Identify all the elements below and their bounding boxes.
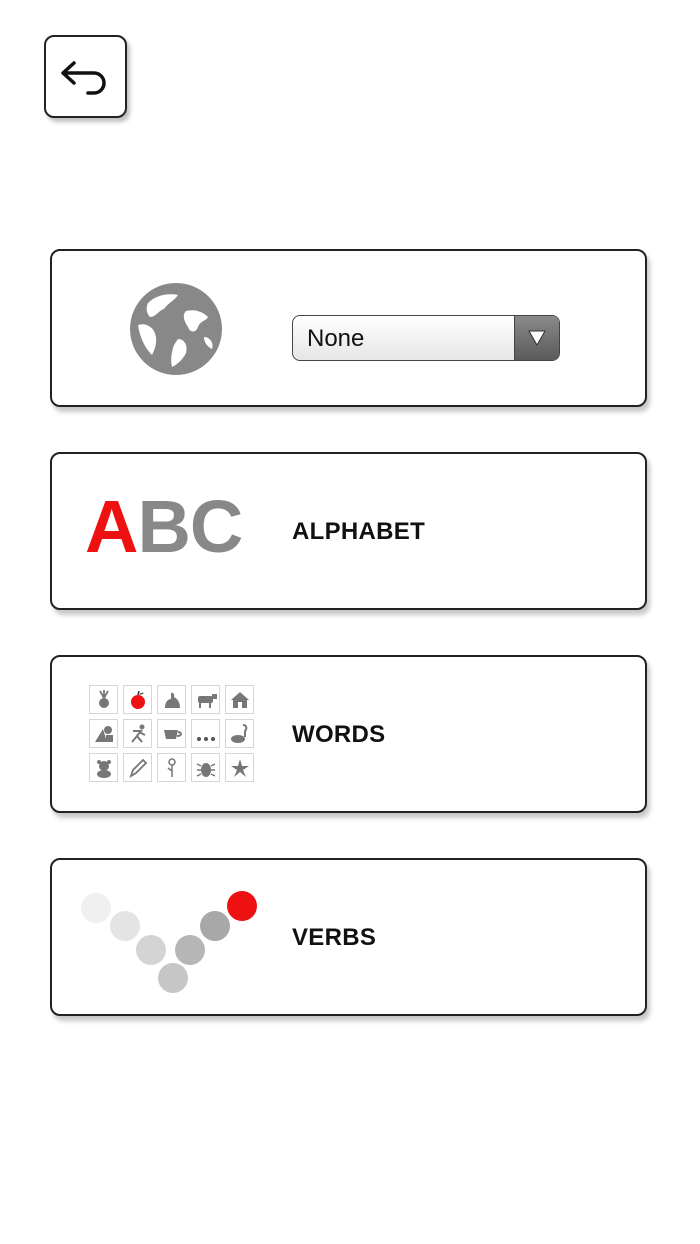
language-card: None <box>50 249 647 407</box>
beet-icon <box>89 685 118 714</box>
verbs-dots-icon <box>81 891 257 993</box>
verbs-label: VERBS <box>292 924 377 951</box>
verbs-button[interactable]: VERBS <box>50 858 647 1016</box>
abc-logo-first-letter: A <box>85 485 138 568</box>
animal-icon <box>157 685 186 714</box>
house-icon <box>225 685 254 714</box>
screen: None ABC ALPHABET WORDS VERBS <box>0 0 700 1244</box>
triangle-down-icon[interactable] <box>514 316 559 360</box>
words-label: WORDS <box>292 721 386 748</box>
back-button[interactable] <box>44 35 127 118</box>
abc-logo: ABC <box>85 490 243 564</box>
bear-icon <box>89 753 118 782</box>
person-icon <box>123 719 152 748</box>
cow-icon <box>191 685 220 714</box>
bug-icon <box>191 753 220 782</box>
abc-logo-rest-letters: BC <box>137 485 243 568</box>
alphabet-button[interactable]: ABC ALPHABET <box>50 452 647 610</box>
pen-icon <box>123 753 152 782</box>
language-select-value: None <box>307 325 365 352</box>
language-select[interactable]: None <box>292 315 560 361</box>
back-arrow-icon <box>60 60 106 95</box>
starfish-icon <box>225 753 254 782</box>
vacuum-icon <box>225 719 254 748</box>
globe-icon <box>130 283 222 375</box>
words-icon-grid <box>89 685 254 782</box>
cup-icon <box>157 719 186 748</box>
alphabet-label: ALPHABET <box>292 518 426 545</box>
shapes-icon <box>89 719 118 748</box>
ellipsis-icon <box>191 719 220 748</box>
flower-icon <box>157 753 186 782</box>
words-button[interactable]: WORDS <box>50 655 647 813</box>
apple-icon <box>123 685 152 714</box>
